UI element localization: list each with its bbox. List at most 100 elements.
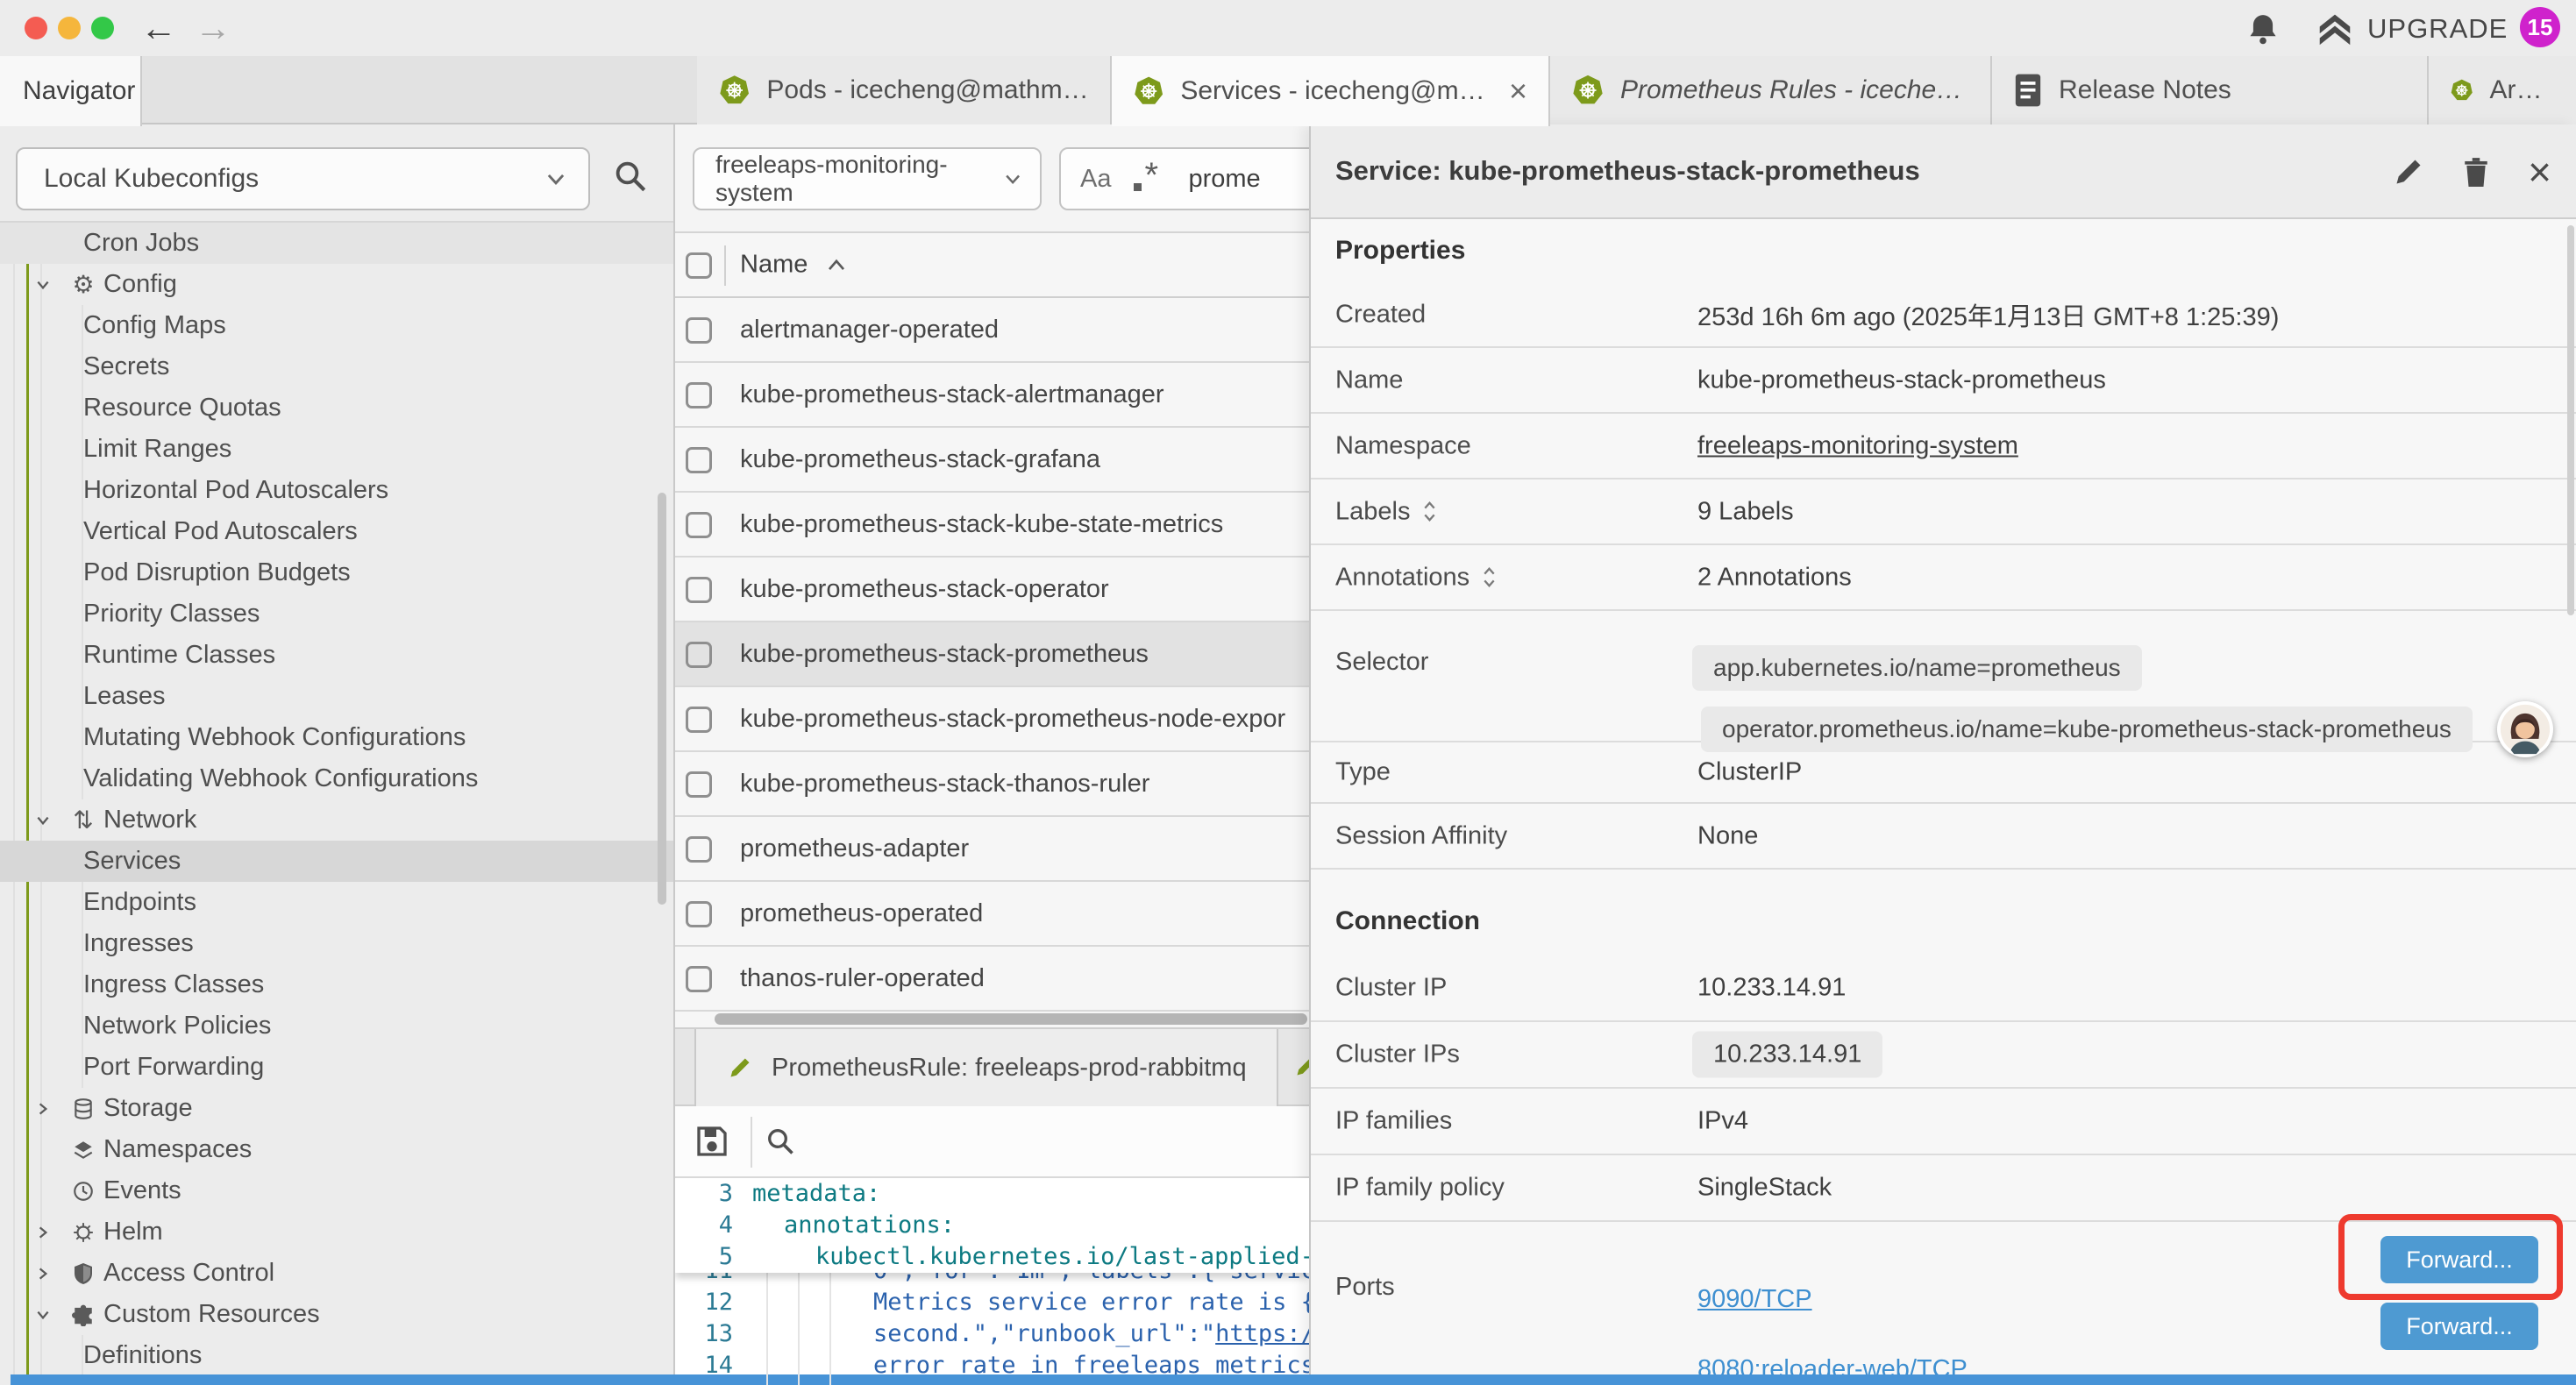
- sidebar-item-network[interactable]: ⇅Network: [0, 799, 675, 841]
- horizontal-scrollbar[interactable]: [715, 1013, 1307, 1025]
- ip-families-value: IPv4: [1697, 1107, 1748, 1136]
- table-row[interactable]: kube-prometheus-stack-prometheus-node-ex…: [675, 687, 1309, 752]
- row-checkbox[interactable]: [686, 771, 712, 798]
- sidebar-item-services[interactable]: Services: [0, 841, 675, 882]
- assistant-avatar[interactable]: [2497, 701, 2553, 757]
- sidebar-item-cron-jobs[interactable]: Cron Jobs: [0, 223, 675, 264]
- code-link[interactable]: https://net: [1215, 1320, 1309, 1347]
- window-minimize-button[interactable]: [58, 17, 81, 39]
- code-line: 3metadata:: [675, 1178, 1309, 1210]
- table-row[interactable]: prometheus-operated: [675, 882, 1309, 947]
- sidebar-item-pod-disruption-budgets[interactable]: Pod Disruption Budgets: [0, 552, 675, 593]
- sidebar-item-mutating-webhook-configurations[interactable]: Mutating Webhook Configurations: [0, 717, 675, 758]
- titlebar: ← → UPGRADE 15: [0, 0, 2576, 56]
- sidebar-item-resource-quotas[interactable]: Resource Quotas: [0, 387, 675, 429]
- sidebar-item-ingress-classes[interactable]: Ingress Classes: [0, 964, 675, 1005]
- row-checkbox[interactable]: [686, 382, 712, 408]
- window-close-button[interactable]: [25, 17, 47, 39]
- labels-count: 9 Labels: [1697, 497, 1794, 526]
- table-row[interactable]: kube-prometheus-stack-grafana: [675, 428, 1309, 493]
- sidebar-item-events[interactable]: Events: [0, 1170, 675, 1211]
- sidebar-item-validating-webhook-configurations[interactable]: Validating Webhook Configurations: [0, 758, 675, 799]
- forward-arrow-icon[interactable]: →: [195, 9, 231, 47]
- row-checkbox[interactable]: [686, 836, 712, 863]
- namespace-link[interactable]: freeleaps-monitoring-system: [1697, 431, 2018, 460]
- table-row[interactable]: kube-prometheus-stack-operator: [675, 558, 1309, 622]
- close-icon[interactable]: ×: [2528, 154, 2551, 189]
- tab-pods[interactable]: Pods - icecheng@mathmas...: [697, 56, 1112, 124]
- details-scrollbar[interactable]: [2567, 225, 2574, 615]
- table-row[interactable]: thanos-ruler-operated: [675, 947, 1309, 1012]
- sidebar-item-config-maps[interactable]: Config Maps: [0, 305, 675, 346]
- table-row[interactable]: kube-prometheus-stack-kube-state-metrics: [675, 493, 1309, 558]
- sidebar-item-horizontal-pod-autoscalers[interactable]: Horizontal Pod Autoscalers: [0, 470, 675, 511]
- sidebar-item-port-forwarding[interactable]: Port Forwarding: [0, 1047, 675, 1088]
- row-checkbox[interactable]: [686, 577, 712, 603]
- sidebar-item-storage[interactable]: Storage: [0, 1088, 675, 1129]
- sidebar-item-priority-classes[interactable]: Priority Classes: [0, 593, 675, 635]
- sidebar-item-leases[interactable]: Leases: [0, 676, 675, 717]
- sidebar-item-endpoints[interactable]: Endpoints: [0, 882, 675, 923]
- close-tab-icon[interactable]: ×: [1509, 78, 1527, 104]
- tab-argo[interactable]: Argo Se: [2429, 56, 2576, 124]
- editor-tab-prometheusrule[interactable]: PrometheusRule: freeleaps-prod-rabbitmq: [694, 1029, 1278, 1106]
- namespace-selector[interactable]: freeleaps-monitoring-system: [693, 147, 1042, 210]
- case-sensitive-toggle[interactable]: Aa: [1080, 165, 1111, 194]
- row-checkbox[interactable]: [686, 901, 712, 927]
- sidebar-item-secrets[interactable]: Secrets: [0, 346, 675, 387]
- sidebar-item-runtime-classes[interactable]: Runtime Classes: [0, 635, 675, 676]
- table-row-selected[interactable]: kube-prometheus-stack-prometheus: [675, 622, 1309, 687]
- editor-tab-partial[interactable]: [1294, 1054, 1309, 1078]
- upgrade-button[interactable]: UPGRADE: [2316, 12, 2508, 46]
- table-row[interactable]: kube-prometheus-stack-alertmanager: [675, 363, 1309, 428]
- property-row-annotations[interactable]: Annotations 2 Annotations: [1311, 545, 2576, 611]
- column-header-name[interactable]: Name: [740, 251, 846, 280]
- sidebar-item-custom-resources[interactable]: Custom Resources: [0, 1294, 675, 1335]
- edit-icon[interactable]: [2393, 156, 2424, 188]
- row-checkbox[interactable]: [686, 707, 712, 733]
- trash-icon[interactable]: [2461, 155, 2491, 188]
- sidebar-item-limit-ranges[interactable]: Limit Ranges: [0, 429, 675, 470]
- tab-prometheus-rules[interactable]: Prometheus Rules - icecheng...: [1550, 56, 1992, 124]
- navigator-sidebar: Local Kubeconfigs Cron Jobs ⚙Config Conf…: [0, 124, 675, 1385]
- sidebar-item-definitions[interactable]: Definitions: [0, 1335, 675, 1376]
- sidebar-scrollbar[interactable]: [658, 493, 666, 905]
- search-icon[interactable]: [612, 158, 649, 195]
- row-checkbox[interactable]: [686, 642, 712, 668]
- search-input[interactable]: Aa * prome: [1059, 147, 1309, 210]
- row-checkbox[interactable]: [686, 317, 712, 344]
- notifications-badge[interactable]: 15: [2520, 7, 2560, 47]
- find-icon[interactable]: [765, 1126, 796, 1157]
- row-checkbox[interactable]: [686, 512, 712, 538]
- sidebar-item-ingresses[interactable]: Ingresses: [0, 923, 675, 964]
- port-link-9090[interactable]: 9090/TCP: [1697, 1285, 1812, 1314]
- tab-services[interactable]: Services - icecheng@math... ×: [1112, 56, 1550, 126]
- kubeconfig-selector[interactable]: Local Kubeconfigs: [16, 147, 590, 210]
- bell-icon[interactable]: [2246, 12, 2280, 46]
- select-all-checkbox[interactable]: [686, 252, 712, 279]
- sidebar-item-helm[interactable]: Helm: [0, 1211, 675, 1253]
- sidebar-item-access-control[interactable]: Access Control: [0, 1253, 675, 1294]
- save-icon[interactable]: [694, 1124, 729, 1159]
- table-row[interactable]: alertmanager-operated: [675, 298, 1309, 363]
- sidebar-item-config[interactable]: ⚙Config: [0, 264, 675, 305]
- sidebar-item-network-policies[interactable]: Network Policies: [0, 1005, 675, 1047]
- window-zoom-button[interactable]: [91, 17, 114, 39]
- expand-collapse-icon[interactable]: [1422, 501, 1437, 523]
- regex-toggle[interactable]: *: [1134, 161, 1165, 196]
- row-checkbox[interactable]: [686, 447, 712, 473]
- expand-collapse-icon[interactable]: [1482, 566, 1497, 589]
- tab-release-notes[interactable]: Release Notes: [1992, 56, 2429, 124]
- property-row-labels[interactable]: Labels 9 Labels: [1311, 479, 2576, 545]
- yaml-editor[interactable]: 110","for":"1m","labels":{"service": 12M…: [675, 1178, 1309, 1385]
- table-row[interactable]: kube-prometheus-stack-thanos-ruler: [675, 752, 1309, 817]
- table-row[interactable]: prometheus-adapter: [675, 817, 1309, 882]
- row-checkbox[interactable]: [686, 966, 712, 992]
- sidebar-item-namespaces[interactable]: Namespaces: [0, 1129, 675, 1170]
- selector-chip: app.kubernetes.io/name=prometheus: [1692, 645, 2142, 691]
- sidebar-item-vertical-pod-autoscalers[interactable]: Vertical Pod Autoscalers: [0, 511, 675, 552]
- back-arrow-icon[interactable]: ←: [140, 9, 177, 47]
- forward-button-8080[interactable]: Forward...: [2380, 1303, 2538, 1350]
- port-link-8080[interactable]: 8080:reloader-web/TCP: [1697, 1355, 1968, 1374]
- tab-navigator[interactable]: Navigator: [0, 56, 142, 126]
